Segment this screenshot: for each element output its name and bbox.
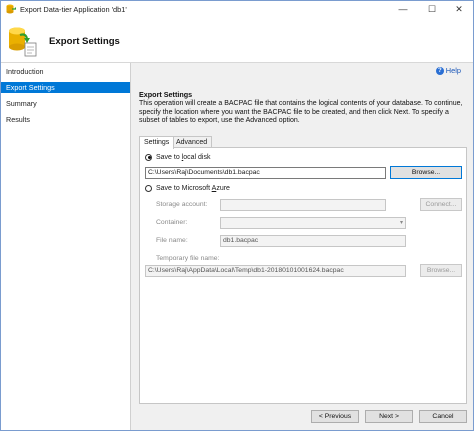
save-local-label: Save to local disk [156,154,210,161]
cancel-button[interactable]: Cancel [419,410,467,423]
dialog-window: Export Data-tier Application 'db1' — ☐ ✕… [0,0,474,431]
section-title: Export Settings [139,90,193,99]
save-local-label-pre: Save to [156,154,182,161]
storage-account-label: Storage account: [156,201,208,208]
section-description: This operation will create a BACPAC file… [139,100,463,125]
window-title: Export Data-tier Application 'db1' [20,5,127,14]
database-export-icon [9,27,37,57]
close-button[interactable]: ✕ [445,1,473,18]
page-header: Export Settings [1,18,473,63]
save-azure-label: Save to Microsoft Azure [156,185,230,192]
previous-button[interactable]: < Previous [311,410,359,423]
save-local-label-post: ocal disk [183,154,211,161]
title-bar: Export Data-tier Application 'db1' — ☐ ✕ [1,1,473,18]
connect-button[interactable]: Connect... [420,198,462,211]
help-icon: ? [435,67,444,76]
container-label: Container: [156,219,188,226]
chevron-down-icon: ▾ [399,220,403,226]
save-local-radio[interactable] [145,153,152,161]
save-azure-radio[interactable] [145,184,152,192]
save-azure-option[interactable]: Save to Microsoft Azure [145,184,230,193]
storage-account-input[interactable] [220,199,386,211]
sidebar-item-introduction[interactable]: Introduction [1,66,130,77]
save-azure-label-pre: Save to Microsoft [156,185,212,192]
temp-file-name-label: Temporary file name: [156,255,220,262]
save-azure-label-post: zure [216,185,230,192]
next-button[interactable]: Next > [365,410,413,423]
sidebar-item-summary[interactable]: Summary [1,98,130,109]
help-label: Help [445,66,461,75]
help-link[interactable]: ? Help [435,66,461,76]
browse-local-button[interactable]: Browse... [390,166,462,179]
file-name-input[interactable]: db1.bacpac [220,235,406,247]
save-local-disk-option[interactable]: Save to local disk [145,153,210,162]
container-dropdown[interactable]: ▾ [220,217,406,229]
temp-file-name-input[interactable]: C:\Users\Raj\AppData\Local\Temp\db1-2018… [145,265,406,277]
app-icon [6,4,16,14]
sidebar-item-export-settings[interactable]: Export Settings [1,82,130,93]
page-title: Export Settings [49,36,120,47]
file-name-label: File name: [156,237,188,244]
sidebar-item-results[interactable]: Results [1,114,130,125]
local-path-input[interactable]: C:\Users\Raj\Documents\db1.bacpac [145,167,386,179]
maximize-button[interactable]: ☐ [418,1,446,18]
tab-settings[interactable]: Settings [139,136,175,149]
minimize-button[interactable]: — [389,1,417,18]
main-content: ? Help Export Settings This operation wil… [131,63,473,430]
browse-temp-button[interactable]: Browse... [420,264,462,277]
wizard-steps-sidebar: Introduction Export Settings Summary Res… [1,63,131,430]
settings-panel: Save to local disk C:\Users\Raj\Document… [139,147,467,404]
